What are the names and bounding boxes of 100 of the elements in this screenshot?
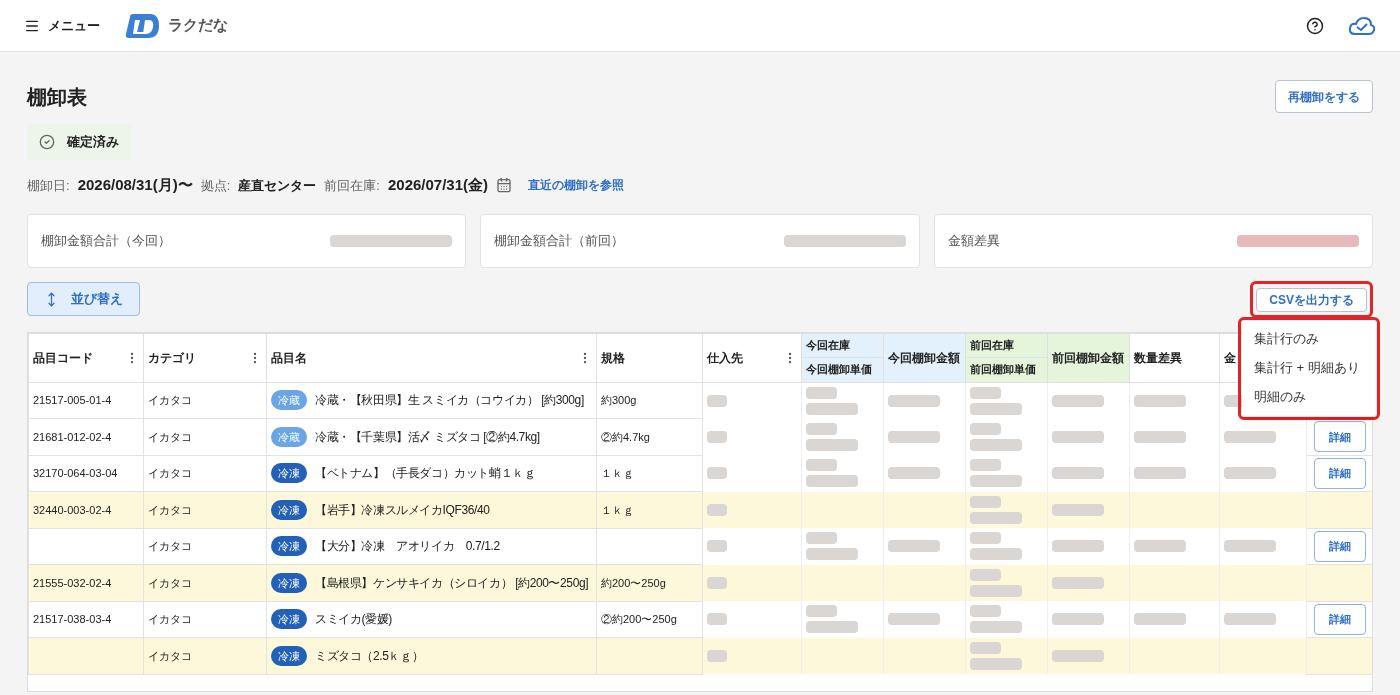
table-cell: 32170-064-03-04 xyxy=(28,455,144,492)
table-cell: ②約4.7kg xyxy=(596,418,703,455)
blurred-value xyxy=(888,430,940,443)
item-name: 【ベトナム】（手長ダコ）カット蛸１ｋｇ xyxy=(315,465,536,483)
blurred-value xyxy=(970,605,1022,634)
detail-button[interactable]: 詳細 xyxy=(1314,421,1366,453)
detail-button[interactable]: 詳細 xyxy=(1314,457,1366,489)
recent-inventory-link[interactable]: 直近の棚卸を参照 xyxy=(528,176,625,195)
header-label: 今回棚卸金額 xyxy=(888,349,960,367)
blurred-value xyxy=(707,467,727,480)
blurred-value xyxy=(1224,540,1276,553)
item-name: 冷蔵・【千葉県】活〆 ミズタコ [②約4.7kg] xyxy=(315,428,540,446)
header-label: 前回在庫 xyxy=(966,333,1047,358)
summary-label: 金額差異 xyxy=(947,231,1000,250)
storage-tag: 冷凍 xyxy=(271,572,307,593)
storage-tag: 冷凍 xyxy=(271,499,307,520)
info-value: 2026/07/31(金) xyxy=(387,175,489,195)
blurred-value xyxy=(1052,430,1104,443)
blurred-value xyxy=(1134,613,1186,626)
info-value: 産直センター xyxy=(238,176,317,195)
help-icon[interactable] xyxy=(1306,16,1324,35)
table-cell: 約200〜250g xyxy=(596,564,703,601)
storage-tag: 冷凍 xyxy=(271,609,307,630)
blurred-value xyxy=(1134,540,1186,553)
menu-button[interactable]: メニュー xyxy=(24,15,100,36)
blurred-value xyxy=(1224,430,1276,443)
blurred-value xyxy=(806,605,858,634)
blurred-value xyxy=(707,430,727,443)
cloud-check-icon[interactable] xyxy=(1348,15,1376,36)
blurred-value xyxy=(1052,394,1104,407)
table-cell: イカタコ xyxy=(143,528,267,565)
header-label: 仕入先 xyxy=(707,349,743,367)
header-label: 品目コード xyxy=(33,349,93,367)
blurred-value xyxy=(707,503,727,516)
table-cell: 約300g xyxy=(596,382,703,419)
page-title: 棚卸表 xyxy=(27,84,87,110)
logo-icon xyxy=(124,12,160,39)
blurred-value xyxy=(888,394,940,407)
item-name: ミズタコ（2.5ｋｇ） xyxy=(315,647,424,665)
item-name: 【大分】冷凍 アオリイカ 0.7/1.2 xyxy=(315,538,500,556)
item-name: 冷蔵・【秋田県】生 スミイカ（コウイカ） [約300g] xyxy=(315,392,584,410)
blurred-value xyxy=(1134,467,1186,480)
blurred-value xyxy=(970,641,1022,670)
blurred-value xyxy=(1052,467,1104,480)
reinventory-button[interactable]: 再棚卸をする xyxy=(1275,80,1373,113)
summary-label: 棚卸金額合計（前回） xyxy=(494,231,625,250)
item-name: 【岩手】冷凍スルメイカIQF36/40 xyxy=(315,501,490,519)
blurred-value xyxy=(970,386,1022,415)
storage-tag: 冷蔵 xyxy=(271,390,307,411)
info-label: 拠点: xyxy=(200,176,231,195)
menu-item[interactable]: 集計行のみ xyxy=(1242,324,1376,354)
blurred-value xyxy=(888,467,940,480)
detail-button[interactable]: 詳細 xyxy=(1314,530,1366,562)
table-cell: イカタコ xyxy=(143,455,267,492)
table-cell: 21517-038-03-4 xyxy=(28,601,144,638)
item-name: スミイカ(愛媛) xyxy=(315,611,392,629)
header-label: 品目名 xyxy=(271,349,307,367)
blurred-value xyxy=(888,613,940,626)
blurred-value xyxy=(970,568,1022,597)
calendar-icon[interactable] xyxy=(496,177,513,194)
blurred-value xyxy=(1134,430,1186,443)
header-label: 今回在庫 xyxy=(802,333,883,358)
blurred-value xyxy=(1052,613,1104,626)
table-cell: イカタコ xyxy=(143,637,267,674)
blurred-value xyxy=(707,613,727,626)
storage-tag: 冷蔵 xyxy=(271,426,307,447)
blurred-value xyxy=(970,459,1022,488)
table-cell: 21555-032-02-4 xyxy=(28,564,144,601)
table-cell: １ｋｇ xyxy=(596,455,703,492)
storage-tag: 冷凍 xyxy=(271,645,307,666)
menu-item[interactable]: 集計行 + 明細あり xyxy=(1242,353,1376,383)
blurred-value xyxy=(806,532,858,561)
menu-item[interactable]: 明細のみ xyxy=(1242,382,1376,412)
blurred-value xyxy=(970,495,1022,524)
table-cell: イカタコ xyxy=(143,418,267,455)
csv-button[interactable]: CSVを出力する xyxy=(1256,287,1367,312)
detail-button[interactable]: 詳細 xyxy=(1314,603,1366,635)
table-cell: ②約200〜250g xyxy=(596,601,703,638)
header-label: 前回棚卸金額 xyxy=(1052,349,1124,367)
info-label: 前回在庫: xyxy=(324,176,380,195)
header-label: 金 xyxy=(1224,349,1236,367)
app-name: ラクだな xyxy=(168,15,228,36)
status-label: 確定済み xyxy=(67,133,119,152)
table-cell: イカタコ xyxy=(143,601,267,638)
blurred-value xyxy=(970,532,1022,561)
table-cell: イカタコ xyxy=(143,491,267,528)
blurred-value xyxy=(707,540,727,553)
blurred-value xyxy=(707,394,727,407)
sort-button[interactable]: 並び替え xyxy=(27,282,140,316)
table-cell: １ｋｇ xyxy=(596,491,703,528)
blurred-value xyxy=(1052,649,1104,662)
header-label: 数量差異 xyxy=(1134,349,1182,367)
blurred-value xyxy=(1134,394,1186,407)
blurred-value xyxy=(888,540,940,553)
blurred-value xyxy=(970,422,1022,451)
info-value: 2026/08/31(月)〜 xyxy=(77,175,193,195)
summary-label: 棚卸金額合計（今回） xyxy=(41,231,171,250)
blurred-value xyxy=(1224,467,1276,480)
blurred-value xyxy=(707,576,727,589)
blurred-value xyxy=(806,422,858,451)
